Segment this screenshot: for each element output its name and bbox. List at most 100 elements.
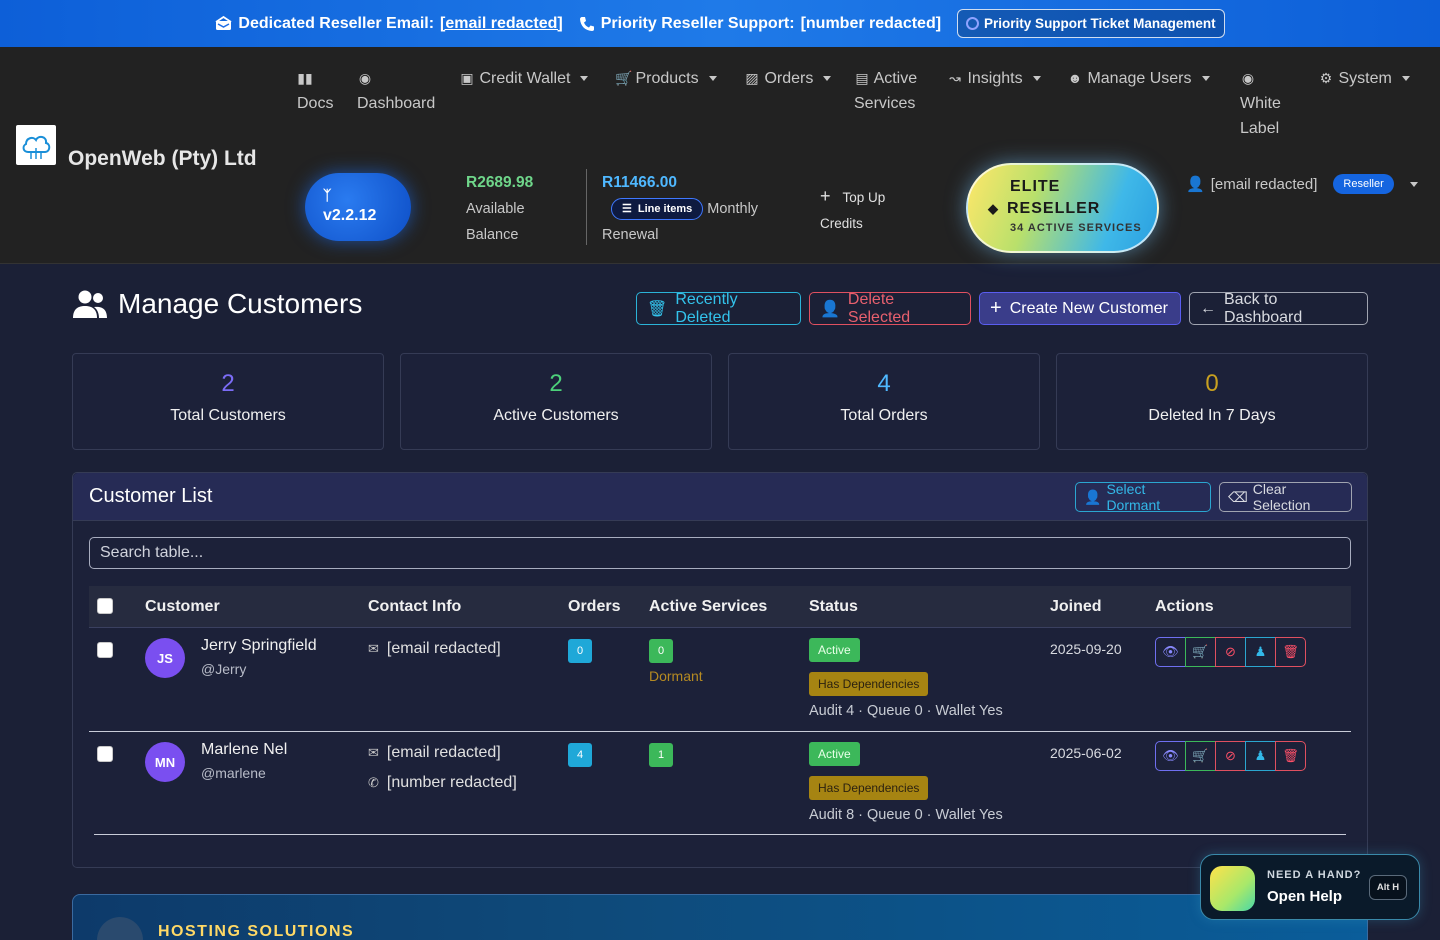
row-checkbox[interactable] [97,746,113,762]
nav-system-label: System [1338,70,1392,87]
page-title: Manage Customers [72,288,362,320]
table-row: MN Marlene Nel @marlene ✉ [email redacte… [89,732,1351,836]
contact-phone[interactable]: ✆ [number redacted] [368,774,517,792]
chevron-down-icon [580,76,589,82]
nav-dashboard[interactable]: ◉ Dashboard [357,66,435,116]
user-menu[interactable]: 👤 [email redacted] Reseller [1186,174,1418,194]
nav-dashboard-label: Dashboard [357,95,436,112]
nav-products[interactable]: 🛒 Products [615,66,717,91]
suspend-button[interactable]: ⊘ [1215,741,1246,771]
reseller-support: Priority Reseller Support: [number redac… [579,15,941,33]
stat-label: Active Customers [493,407,619,424]
help-icon [1210,866,1255,911]
version-badge[interactable]: ᛉ v2.2.12 [305,173,411,241]
ticket-management-button[interactable]: Priority Support Ticket Management [957,9,1225,38]
impersonate-button[interactable]: ♟ [1245,637,1276,667]
eye-icon: 👁 [1162,644,1179,659]
recently-deleted-button[interactable]: 🗑 Recently Deleted [636,291,801,326]
top-up-credits-link[interactable]: + Top Up Credits [820,183,885,237]
delete-button[interactable]: 🗑 [1275,637,1306,667]
dependencies-badge: Has Dependencies [809,776,929,800]
status-badge: Active [809,742,860,766]
clipboard-icon: ▨ [745,70,759,86]
back-to-dashboard-button[interactable]: ← Back to Dashboard [1189,291,1368,326]
select-dormant-button[interactable]: 👤 Select Dormant [1075,481,1211,513]
view-button[interactable]: 👁 [1155,741,1186,771]
cart-icon: 🛒 [1192,748,1209,763]
search-input[interactable] [89,537,1351,569]
users-icon: ☻ [1067,70,1083,86]
nav-docs-label: Docs [297,95,334,112]
contact-email[interactable]: ✉ [email redacted] [368,744,501,762]
line-chart-icon: ↝ [949,70,961,86]
nav-credit-wallet[interactable]: ▣ Credit Wallet [459,66,589,91]
keyboard-shortcut: Alt H [1369,875,1407,900]
contact-email-value: [email redacted] [386,640,501,657]
announcement-bar: Dedicated Reseller Email: [email redacte… [0,0,1440,47]
customer-username: @marlene [201,765,266,781]
column-contact-info: Contact Info [368,598,462,615]
book-icon: ▮▮ [297,70,313,86]
nav-active-services[interactable]: ▤ Active Services [854,66,917,116]
nav-manage-users-label: Manage Users [1087,70,1192,87]
user-secret-icon: ♟ [1254,644,1267,659]
stat-deleted-7-days: 0 Deleted In 7 Days [1056,353,1368,450]
active-services-badge: 1 [649,743,673,767]
delete-button[interactable]: 🗑 [1275,741,1306,771]
customer-list-header: Customer List 👤 Select Dormant ⌫ Clear S… [73,473,1367,521]
view-button[interactable]: 👁 [1155,637,1186,667]
column-status: Status [809,598,858,615]
balance-label-1: Available [466,201,525,217]
stat-label: Total Customers [170,407,286,424]
contact-email[interactable]: ✉ [email redacted] [368,640,501,658]
nav-docs[interactable]: ▮▮ Docs [297,66,333,116]
nav-system[interactable]: ⚙ System [1318,66,1410,91]
renewal-label-2: Renewal [602,227,659,243]
top-up-label-1: Top Up [842,190,886,205]
open-help-widget[interactable]: NEED A HAND? Open Help Alt H [1200,854,1420,920]
table-bottom-divider [94,834,1346,835]
row-checkbox[interactable] [97,642,113,658]
balance-amount: R2689.98 [466,174,534,191]
clear-selection-button[interactable]: ⌫ Clear Selection [1219,481,1352,513]
ban-icon: ⊘ [1225,748,1236,763]
delete-selected-button[interactable]: 👤 Delete Selected [809,291,971,326]
user-email: [email redacted] [1210,175,1318,193]
orders-count-badge: 4 [568,743,592,767]
nav-active-services-label-1: Active [873,70,918,87]
nav-orders[interactable]: ▨ Orders [744,66,832,91]
trash-icon: 🗑 [1282,644,1299,659]
nav-manage-users[interactable]: ☻ Manage Users [1067,66,1210,91]
gem-icon: ◆ [988,201,999,216]
support-number: [number redacted] [800,14,942,32]
column-customer: Customer [145,598,220,615]
select-all-checkbox[interactable] [97,598,113,614]
elite-reseller-badge: ELITE ◆ RESELLER 34 ACTIVE SERVICES [966,163,1159,253]
column-actions: Actions [1155,598,1214,615]
create-new-customer-button[interactable]: + Create New Customer [979,292,1181,325]
suspend-button[interactable]: ⊘ [1215,637,1246,667]
customer-name[interactable]: Marlene Nel [201,741,287,759]
joined-date: 2025-09-20 [1050,641,1122,657]
brand[interactable]: OpenWeb (Pty) Ltd [16,119,257,171]
role-badge: Reseller [1333,174,1394,194]
audit-summary: Audit 8 · Queue 0 · Wallet Yes [809,807,1003,823]
impersonate-button[interactable]: ♟ [1245,741,1276,771]
server-icon: ▤ [855,70,869,86]
line-items-button[interactable]: ☰ Line items [611,198,704,221]
list-icon: ☰ [622,203,632,216]
user-secret-icon: ♟ [1254,748,1267,763]
brand-name: OpenWeb (Pty) Ltd [68,147,257,170]
orders-button[interactable]: 🛒 [1185,741,1216,771]
renewal-amount: R11466.00 [602,174,677,191]
email-link[interactable]: [email redacted] [440,15,563,33]
orders-button[interactable]: 🛒 [1185,637,1216,667]
nav-insights[interactable]: ↝ Insights [947,66,1041,91]
nav-white-label[interactable]: ◉ White Label [1240,66,1281,141]
email-label: Dedicated Reseller Email: [238,14,435,32]
nav-products-label: Products [635,70,699,87]
available-balance: R2689.98 Available Balance [466,170,533,248]
line-items-label: Line items [637,203,693,216]
table-header: Customer Contact Info Orders Active Serv… [89,586,1351,628]
customer-name[interactable]: Jerry Springfield [201,637,317,655]
